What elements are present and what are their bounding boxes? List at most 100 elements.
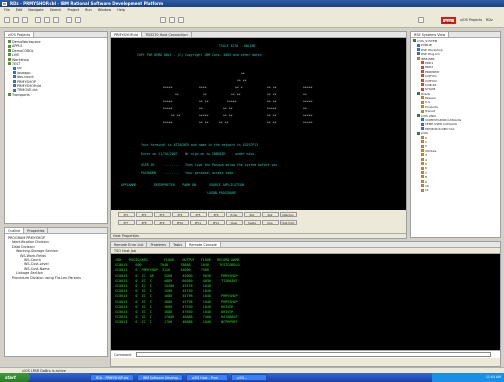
folder-icon <box>421 100 424 104</box>
svg-text:*****: ***** <box>303 121 313 125</box>
folder-icon <box>417 56 420 60</box>
folder-icon <box>417 91 420 95</box>
print-icon[interactable] <box>22 17 28 23</box>
task-host[interactable]: z/OS Host - Prod <box>186 374 228 381</box>
back-icon[interactable] <box>66 17 72 23</box>
key-pf9[interactable]: PF9 <box>153 220 171 225</box>
screen-info-line: USER ID ........ Then type the Passwd be… <box>141 163 278 168</box>
file-icon <box>13 88 16 92</box>
svg-text:*****: ***** <box>303 86 313 90</box>
debug-icon[interactable] <box>35 17 41 23</box>
console-panel: Remote Error List Problems Tasks Remote Con… <box>110 241 501 367</box>
key-pf2[interactable]: PF2 <box>135 212 153 217</box>
menu-window[interactable]: Window <box>98 8 111 12</box>
home-icon[interactable] <box>178 17 184 23</box>
folder-icon <box>421 109 424 113</box>
key-dup[interactable]: Dup <box>261 220 279 225</box>
key-pa2[interactable]: PA2 <box>261 212 279 217</box>
editor-panel: PRMYSHOP.cbl TN3270 Host Connection TSO/E… <box>110 31 407 239</box>
refresh-icon[interactable] <box>169 17 175 23</box>
open-perspective-icon[interactable] <box>418 17 424 23</box>
key-pf3[interactable]: PF3 <box>153 212 171 217</box>
key-pf12[interactable]: PF12 <box>207 220 225 225</box>
menu-file[interactable]: File <box>4 8 10 12</box>
save-icon[interactable] <box>13 17 19 23</box>
svg-text:*****: ***** <box>163 107 173 111</box>
svg-text:*****: ***** <box>199 114 209 118</box>
menu-run[interactable]: Run <box>85 8 92 12</box>
key-pa1[interactable]: PA1 <box>243 212 261 217</box>
zos-projects-panel: z/OS Projects DemoWorkspace APPLS DemoCO… <box>4 31 108 224</box>
svg-text:** **: ** ** <box>267 114 277 118</box>
svg-text:** **: ** ** <box>171 114 181 118</box>
start-button[interactable]: start <box>0 373 30 382</box>
system-tray: 11:04 AM <box>432 373 504 382</box>
outline-tree: PROGRAM PRMYSHOP Identification Division… <box>5 234 107 280</box>
rse-tree-item[interactable]: 11 <box>413 188 500 192</box>
search-icon[interactable] <box>53 17 59 23</box>
key-host-print[interactable]: Host Print <box>279 220 297 225</box>
rse-systems-panel: RSE Systems View z/OS_SYSTEM PUBLIB RSE Wo… <box>410 31 501 238</box>
folder-icon <box>413 39 416 43</box>
key-pf7[interactable]: PF7 <box>117 220 135 225</box>
editor-footer[interactable]: Host Properties <box>111 233 406 238</box>
menu-help[interactable]: Help <box>117 8 125 12</box>
key-clear[interactable]: Clear <box>225 220 243 225</box>
key-pf1[interactable]: PF1 <box>117 212 135 217</box>
build-icon[interactable] <box>160 17 166 23</box>
key-pf11[interactable]: PF11 <box>189 220 207 225</box>
menu-search[interactable]: Search <box>50 8 62 12</box>
perspective-zos-projects-button[interactable]: z/OS Projects <box>458 17 484 24</box>
perspective-rse-button[interactable]: RSE <box>441 17 456 24</box>
key-pf8[interactable]: PF8 <box>135 220 153 225</box>
svg-text:**: ** <box>199 107 203 111</box>
folder-icon <box>421 83 424 87</box>
screen-info-line: Your terminal is ATTACHED and name in th… <box>141 143 259 148</box>
package-icon <box>13 66 16 70</box>
key-pf4[interactable]: PF4 <box>171 212 189 217</box>
folder-icon <box>421 74 424 78</box>
new-icon[interactable] <box>4 17 10 23</box>
svg-text:*****: ***** <box>303 114 313 118</box>
svg-text:**: ** <box>241 72 245 76</box>
svg-text:** **: ** ** <box>199 121 209 125</box>
menu-navigate[interactable]: Navigate <box>28 8 43 12</box>
folder-icon <box>8 57 11 61</box>
svg-text:** *: ** * <box>235 86 243 90</box>
folder-icon <box>421 175 424 179</box>
tree-item[interactable]: Transports <box>8 93 107 97</box>
package-icon <box>13 71 16 75</box>
key-pf5[interactable]: PF5 <box>189 212 207 217</box>
window-title: RDz - PRMYSHOP.cbl - IBM Rational Softwa… <box>0 0 504 7</box>
tn3270-screen[interactable]: TSO/E 3270 - ONLINE COPY FOR DEMO ONLY -… <box>111 38 406 210</box>
svg-text:**: ** <box>175 93 179 97</box>
folder-icon <box>8 62 11 66</box>
key-attention[interactable]: Attention <box>279 212 297 217</box>
folder-icon <box>421 96 424 100</box>
key-pf6[interactable]: PF6 <box>207 212 225 217</box>
svg-text:*****: ***** <box>303 100 313 104</box>
task-rdz[interactable]: RDz - PRMYSHOP.cbl <box>90 374 134 381</box>
task-ibm-sdp[interactable]: IBM Software Develop... <box>137 374 183 381</box>
svg-text:** **: ** ** <box>199 100 209 104</box>
key-sysrq[interactable]: SysRq <box>243 220 261 225</box>
task-zos[interactable]: z/OS... <box>231 374 267 381</box>
folder-icon <box>421 105 424 109</box>
menu-project[interactable]: Project <box>67 8 79 12</box>
menu-bar: File Edit Navigate Search Project Run Wi… <box>0 7 504 14</box>
folder-icon <box>421 144 424 148</box>
folder-icon <box>421 157 424 161</box>
command-input[interactable] <box>135 352 491 357</box>
svg-text:*****: ***** <box>163 121 173 125</box>
folder-icon <box>8 49 11 53</box>
outline-item[interactable]: Procedure Division using Fld-Len-Params <box>8 276 107 280</box>
key-pf10[interactable]: PF10 <box>171 220 189 225</box>
keypad: PF1 PF2 PF3 PF4 PF5 PF6 Enter PA1 PA2 Attention P… <box>111 210 406 233</box>
perspective-rdz-button[interactable]: RDz <box>484 17 495 24</box>
folder-icon <box>417 43 420 47</box>
folder-icon <box>421 184 424 188</box>
menu-edit[interactable]: Edit <box>16 8 23 12</box>
forward-icon[interactable] <box>75 17 81 23</box>
run-icon[interactable] <box>44 17 50 23</box>
key-enter[interactable]: Enter <box>225 212 243 217</box>
